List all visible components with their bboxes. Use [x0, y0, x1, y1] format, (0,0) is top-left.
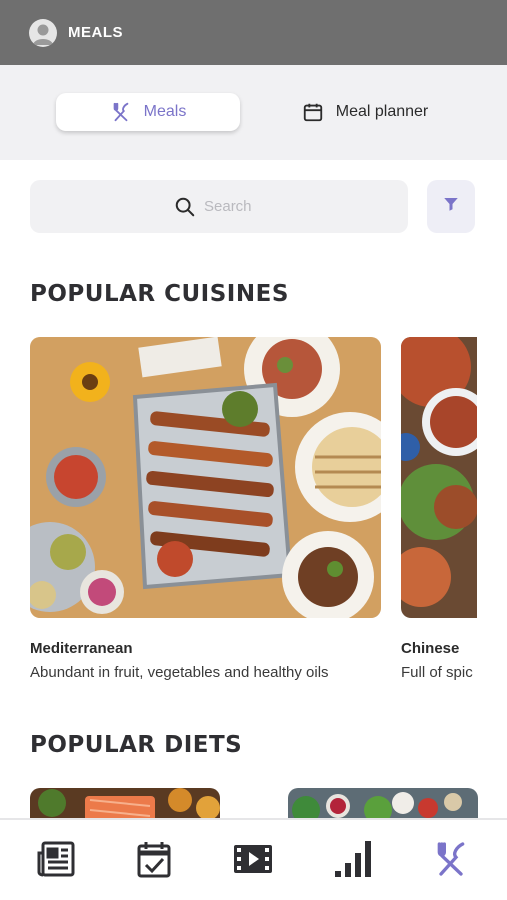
- tab-news[interactable]: [35, 840, 77, 882]
- chinese-image: [401, 337, 477, 618]
- video-icon: [233, 843, 273, 880]
- segmented-control: Meals Meal planner: [0, 65, 507, 160]
- search-bar: [30, 180, 408, 233]
- popular-cuisines-title: POPULAR CUISINES: [30, 281, 289, 307]
- newspaper-icon: [37, 841, 75, 882]
- app-header: MEALS: [0, 0, 507, 65]
- search-input[interactable]: [204, 198, 264, 215]
- mediterranean-image: [30, 337, 381, 618]
- bar-chart-icon: [333, 839, 373, 884]
- search-icon: [174, 196, 196, 218]
- diet-card[interactable]: [30, 788, 220, 820]
- meal-planner-tab-label: Meal planner: [335, 103, 429, 120]
- avatar[interactable]: [29, 18, 57, 47]
- cuisine-name: Mediterranean: [30, 640, 133, 657]
- fork-knife-icon: [431, 839, 471, 884]
- popular-diets-title: POPULAR DIETS: [30, 732, 243, 758]
- filter-button[interactable]: [427, 180, 475, 233]
- meals-tab-label: Meals: [143, 103, 187, 120]
- cuisine-name: Chinese: [401, 640, 460, 657]
- app-title: MEALS: [68, 24, 123, 41]
- cuisine-description: Full of spic: [401, 664, 473, 681]
- diet-carousel[interactable]: [0, 788, 507, 820]
- meal-planner-tab[interactable]: Meal planner: [290, 93, 440, 131]
- bottom-tab-bar: [0, 818, 507, 900]
- cuisine-carousel[interactable]: Mediterranean Abundant in fruit, vegetab…: [30, 337, 477, 682]
- cuisine-card-chinese[interactable]: Chinese Full of spic: [401, 337, 477, 681]
- calendar-icon: [302, 101, 324, 123]
- filter-icon: [442, 195, 460, 218]
- diet-card[interactable]: [288, 788, 478, 820]
- tab-stats[interactable]: [332, 840, 374, 882]
- fork-knife-icon: [110, 101, 132, 123]
- meals-tab[interactable]: Meals: [56, 93, 240, 131]
- cuisine-card-mediterranean[interactable]: Mediterranean Abundant in fruit, vegetab…: [30, 337, 381, 681]
- tab-videos[interactable]: [232, 840, 274, 882]
- cuisine-description: Abundant in fruit, vegetables and health…: [30, 664, 329, 681]
- tab-planner[interactable]: [133, 840, 175, 882]
- tab-meals[interactable]: [430, 840, 472, 882]
- calendar-check-icon: [136, 840, 172, 883]
